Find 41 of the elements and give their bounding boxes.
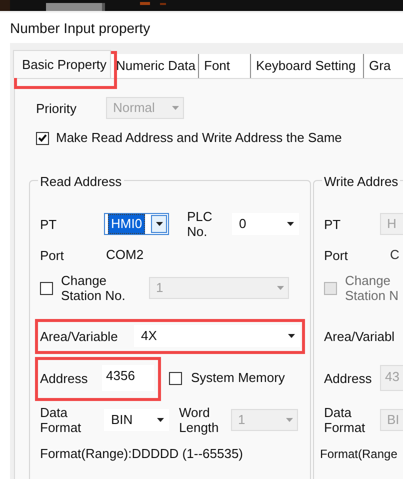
caret-icon [286,222,294,226]
caret-icon [156,418,164,422]
tab[interactable]: Numeric Data [111,54,199,78]
field-label: Word Length [179,405,220,435]
window-title: Number Input property [9,18,152,38]
port-value: COM2 [106,246,144,264]
format-range-text: Format(Range [320,446,398,462]
caret-icon [286,418,292,422]
port-value: C [390,246,400,264]
caret-icon [172,106,178,110]
field-label: Area/Variable [40,328,119,344]
address-field[interactable]: 4356 [102,365,154,391]
checkbox-label: Make Read Address and Write Address the Same [56,129,342,148]
checkbox[interactable] [169,372,182,384]
field-label: PLC No. [187,209,214,239]
field-label: Address [40,370,89,386]
field-label: Priority [36,100,78,116]
tab[interactable]: Gra [364,54,403,78]
tab[interactable]: Font [199,54,251,78]
dropdown[interactable]: 0 [232,213,299,235]
dropdown[interactable]: 4X [134,325,300,347]
field-label: PT [40,216,58,232]
field-label: Data Format [40,405,82,435]
field-label: Port [40,248,65,262]
field-label: Data Format [324,405,366,435]
field-label: Address [324,370,373,386]
format-range-text: Format(Range):DDDDD (1--65535) [40,446,244,462]
dropdown[interactable]: HMI0 [104,213,169,235]
caret-icon [288,334,294,338]
field-label: Change Station No. [61,273,126,303]
field-label: Port [324,248,349,262]
field-label: Change Station N [345,273,400,303]
tab[interactable]: Keyboard Setting [251,54,364,78]
caret-icon [276,286,284,290]
tab[interactable]: Basic Property [13,50,111,78]
dropdown[interactable]: BIN [104,409,169,431]
caret-icon [156,222,162,226]
checkbox-label: System Memory [191,369,285,388]
field-label: PT [324,216,342,232]
field-label: Area/Variabl [324,328,396,344]
checkbox[interactable] [36,132,49,144]
